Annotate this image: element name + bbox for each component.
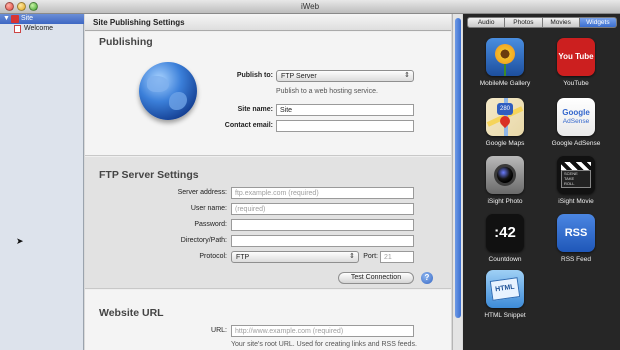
camera-icon	[486, 156, 524, 194]
url-label: URL:	[211, 327, 227, 334]
protocol-label: Protocol:	[199, 253, 227, 260]
tab-movies[interactable]: Movies	[542, 17, 580, 28]
scrollbar-thumb[interactable]	[455, 18, 461, 318]
publish-to-label: Publish to:	[236, 72, 273, 79]
select-arrows-icon: ⇕	[404, 72, 410, 79]
site-name-field[interactable]: Site	[276, 104, 414, 116]
url-hint: Your site's root URL. Used for creating …	[231, 341, 417, 348]
protocol-select[interactable]: FTP ⇕	[231, 251, 359, 263]
youtube-icon: You Tube	[557, 38, 595, 76]
sidebar-item-site[interactable]: ▼ Site	[0, 14, 84, 24]
website-url-section: Website URL URL: http://www.example.com …	[85, 290, 451, 350]
protocol-value: FTP	[236, 254, 250, 261]
movie-icon: SCENE TAKE ROLL	[557, 156, 595, 194]
widget-google-maps[interactable]: 280 Google Maps	[470, 98, 540, 147]
window-title: iWeb	[300, 2, 320, 11]
publishing-settings-panel: Site Publishing Settings Publishing Publ…	[85, 14, 451, 350]
server-address-field[interactable]: ftp.example.com (required)	[231, 187, 414, 199]
media-tabs: Audio Photos Movies Widgets	[467, 17, 617, 28]
maps-icon: 280	[486, 98, 524, 136]
widget-label: HTML Snippet	[484, 312, 526, 319]
widget-countdown[interactable]: :42 Countdown	[470, 214, 540, 263]
widget-label: Google Maps	[485, 140, 525, 147]
media-browser: Audio Photos Movies Widgets MobileMe Gal…	[463, 14, 620, 350]
widget-html-snippet[interactable]: HTML HTML Snippet	[470, 270, 540, 319]
adsense-icon: Google AdSense	[557, 98, 595, 136]
widget-mobileme-gallery[interactable]: MobileMe Gallery	[470, 38, 540, 87]
user-name-field[interactable]: (required)	[231, 203, 414, 215]
widget-label: RSS Feed	[561, 256, 591, 263]
help-icon[interactable]: ?	[421, 272, 433, 284]
user-name-label: User name:	[190, 205, 227, 212]
sidebar-item-welcome[interactable]: Welcome	[0, 24, 84, 34]
contact-email-field[interactable]	[276, 120, 414, 132]
globe-icon	[139, 62, 197, 120]
widget-label: Google AdSense	[551, 140, 601, 147]
directory-field[interactable]	[231, 235, 414, 247]
widget-google-adsense[interactable]: Google AdSense Google AdSense	[541, 98, 611, 147]
website-url-heading: Website URL	[99, 307, 164, 319]
publish-to-select[interactable]: FTP Server ⇕	[276, 70, 414, 82]
html-icon: HTML	[486, 270, 524, 308]
publishing-section: Publishing Publish to: FTP Server ⇕ Publ…	[85, 32, 451, 156]
publish-to-value: FTP Server	[281, 73, 317, 80]
select-arrows-icon: ⇕	[349, 253, 355, 260]
sidebar-site-label: Site	[21, 15, 34, 22]
ftp-settings-section: FTP Server Settings Server address: ftp.…	[85, 157, 451, 289]
server-address-label: Server address:	[177, 189, 227, 196]
password-field[interactable]	[231, 219, 414, 231]
publish-to-hint: Publish to a web hosting service.	[276, 88, 378, 95]
widget-label: YouTube	[563, 80, 589, 87]
port-field[interactable]: 21	[380, 251, 414, 263]
countdown-icon: :42	[486, 214, 524, 252]
tab-photos[interactable]: Photos	[505, 17, 543, 28]
site-name-label: Site name:	[237, 106, 273, 113]
widget-label: iSight Movie	[558, 198, 594, 205]
sidebar-page-label: Welcome	[24, 25, 54, 32]
widget-youtube[interactable]: You Tube YouTube	[541, 38, 611, 87]
widget-rss-feed[interactable]: RSS RSS Feed	[541, 214, 611, 263]
tab-audio[interactable]: Audio	[467, 17, 506, 28]
port-label: Port:	[363, 253, 378, 260]
test-connection-button[interactable]: Test Connection	[338, 272, 414, 284]
publishing-heading: Publishing	[99, 36, 153, 48]
rss-icon: RSS	[557, 214, 595, 252]
flower-icon	[486, 38, 524, 76]
directory-label: Directory/Path:	[180, 237, 227, 244]
panel-header: Site Publishing Settings	[85, 14, 451, 31]
site-sidebar: ▼ Site Welcome ➤	[0, 14, 84, 350]
main-scrollbar[interactable]	[452, 14, 462, 350]
contact-email-label: Contact email:	[224, 122, 273, 129]
password-label: Password:	[194, 221, 227, 228]
url-field[interactable]: http://www.example.com (required)	[231, 325, 414, 337]
widget-label: Countdown	[488, 256, 522, 263]
widget-label: iSight Photo	[487, 198, 523, 205]
widget-isight-movie[interactable]: SCENE TAKE ROLL iSight Movie	[541, 156, 611, 205]
widget-label: MobileMe Gallery	[479, 80, 531, 87]
ftp-heading: FTP Server Settings	[99, 169, 199, 181]
mouse-pointer-icon: ➤	[16, 236, 24, 246]
widget-isight-photo[interactable]: iSight Photo	[470, 156, 540, 205]
site-icon	[11, 15, 19, 23]
disclosure-triangle-icon[interactable]: ▼	[3, 15, 10, 22]
window-titlebar: iWeb	[0, 0, 620, 14]
panel-title: Site Publishing Settings	[93, 18, 185, 27]
page-icon	[14, 25, 21, 33]
tab-widgets[interactable]: Widgets	[579, 17, 617, 28]
